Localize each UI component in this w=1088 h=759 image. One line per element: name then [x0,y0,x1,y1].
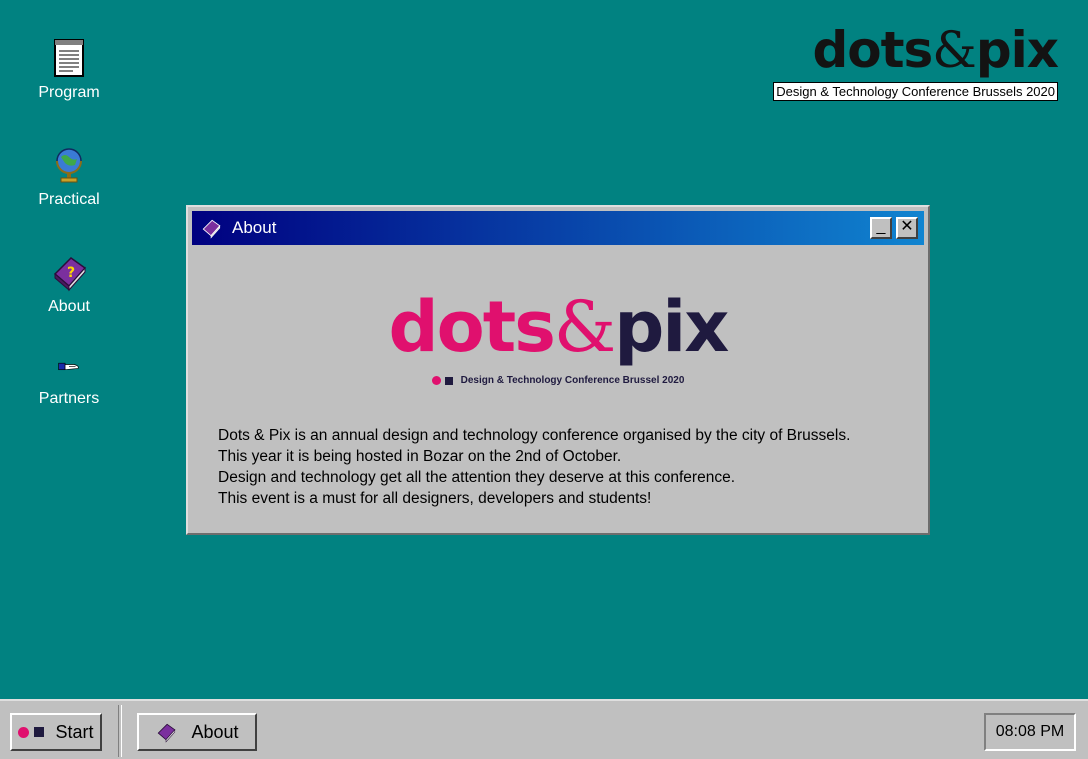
svg-text:?: ? [67,265,75,281]
close-icon: ✕ [900,218,914,235]
pink-dot-icon [431,376,441,385]
desktop-icon-practical[interactable]: Practical [14,145,124,209]
window-logo-right: pix [614,286,729,368]
window-logo: dots&pix [188,287,928,367]
window-title: About [232,218,277,237]
window-logo-tagline: Design & Technology Conference Brussel 2… [188,375,928,386]
pink-dot-icon [18,726,30,738]
description-line: This year it is being hosted in Bozar on… [218,448,622,465]
description-line: Dots & Pix is an annual design and techn… [218,427,851,444]
notepad-icon [54,39,84,77]
start-label: Start [55,721,94,742]
window-titlebar[interactable]: About _ ✕ [192,211,924,245]
desktop-icon-label: Partners [38,390,100,407]
taskbar-divider [118,705,122,757]
taskbar-item-about[interactable]: About [137,713,257,751]
help-book-icon: ? [53,257,87,292]
desktop-icon-about[interactable]: ? About [14,252,124,316]
brand-logo-amp: & [932,21,977,79]
brand-logo-right: pix [975,21,1059,79]
brand-header: dots&pix Design & Technology Conference … [773,21,1059,101]
start-button[interactable]: Start [10,713,102,751]
help-book-icon [202,219,221,239]
about-window: About _ ✕ dots&pix Design & Technology C… [186,205,930,535]
navy-square-icon [34,727,45,737]
minimize-icon: _ [876,218,886,235]
desktop-icon-label: About [48,298,90,315]
tagline-text: Design & Technology Conference Brussel 2… [460,375,685,386]
brand-logo-left: dots [812,21,933,79]
desktop-icon-label: Program [38,84,100,101]
close-button[interactable]: ✕ [896,217,918,239]
taskbar-item-label: About [191,721,239,742]
desktop-icon-partners[interactable]: Partners [14,358,124,408]
window-logo-amp: & [553,286,616,368]
description-line: Design and technology get all the attent… [218,469,736,486]
brand-subtitle: Design & Technology Conference Brussels … [773,82,1058,101]
brand-logo: dots&pix [773,21,1059,79]
desktop-icon-label: Practical [38,191,100,208]
system-clock: 08:08 PM [984,713,1076,751]
window-description: Dots & Pix is an annual design and techn… [218,425,908,509]
desktop-icon-program[interactable]: Program [14,38,124,102]
navy-square-icon [444,376,453,385]
taskbar: Start About 08:08 PM [0,699,1088,759]
handshake-icon [58,362,79,371]
minimize-button[interactable]: _ [870,217,892,239]
window-logo-left: dots [388,286,556,368]
help-book-icon [158,723,176,743]
globe-icon [56,148,82,183]
description-line: This event is a must for all designers, … [218,490,652,507]
